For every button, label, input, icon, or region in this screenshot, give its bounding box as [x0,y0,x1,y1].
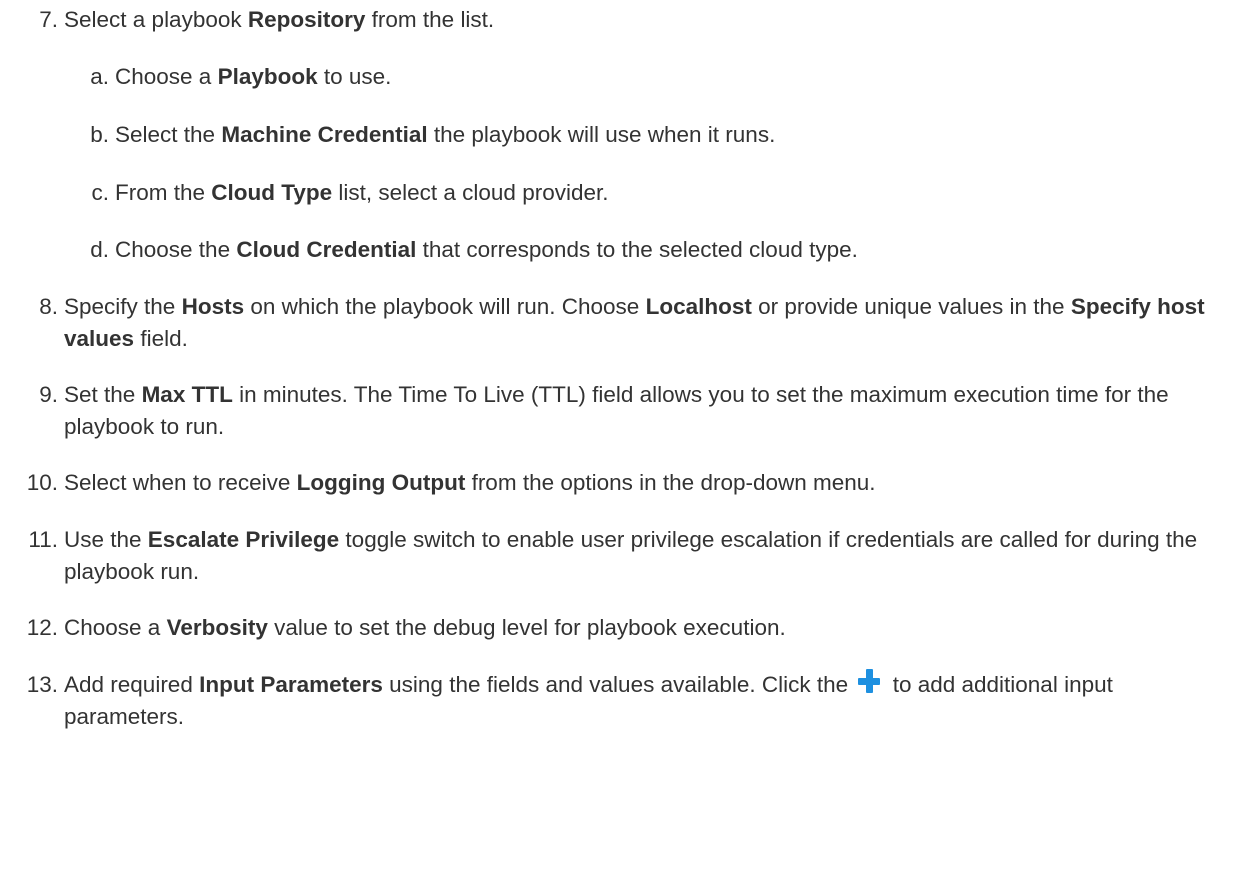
step-number: 7. [39,7,58,32]
ui-term-machine-credential: Machine Credential [221,122,428,147]
ui-term-repository: Repository [247,7,366,32]
step-text: From the Cloud Type list, select a cloud… [115,180,609,205]
step-text: Set the Max TTL in minutes. The Time To … [64,382,1169,439]
ui-term-cloud-type: Cloud Type [211,180,333,205]
step-number: 9. [39,382,58,407]
ui-term-input-parameters: Input Parameters [199,672,383,697]
step-text: Select the Machine Credential the playbo… [115,122,776,147]
step-text: Select a playbook Repository from the li… [64,7,495,32]
ui-term-playbook: Playbook [217,64,318,89]
step-text: Use the Escalate Privilege toggle switch… [64,527,1198,584]
step-number: 12. [26,615,58,640]
substep-letter: a. [90,64,109,89]
step-text: Add required Input Parameters using the … [64,669,1234,733]
substep-letter: d. [90,237,109,262]
ui-term-localhost: Localhost [645,294,752,319]
step-number: 8. [39,294,58,319]
step-text: Select when to receive Logging Output fr… [64,470,876,495]
ui-term-escalate-privilege: Escalate Privilege [147,527,340,552]
step-text: Specify the Hosts on which the playbook … [64,294,1205,351]
ui-term-verbosity: Verbosity [166,615,268,640]
plus-icon [858,669,881,693]
step-number: 13. [26,672,58,697]
substep-letter: b. [90,122,109,147]
ui-term-logging-output: Logging Output [296,470,466,495]
substep-letter: c. [91,180,109,205]
ui-term-cloud-credential: Cloud Credential [236,237,417,262]
step-number: 11. [28,527,58,552]
step-text: Choose a Playbook to use. [115,64,392,89]
step-text: Choose a Verbosity value to set the debu… [64,615,786,640]
step-text: Choose the Cloud Credential that corresp… [115,237,858,262]
ui-term-hosts: Hosts [181,294,245,319]
ui-term-max-ttl: Max TTL [141,382,233,407]
step-number: 10. [26,470,58,495]
